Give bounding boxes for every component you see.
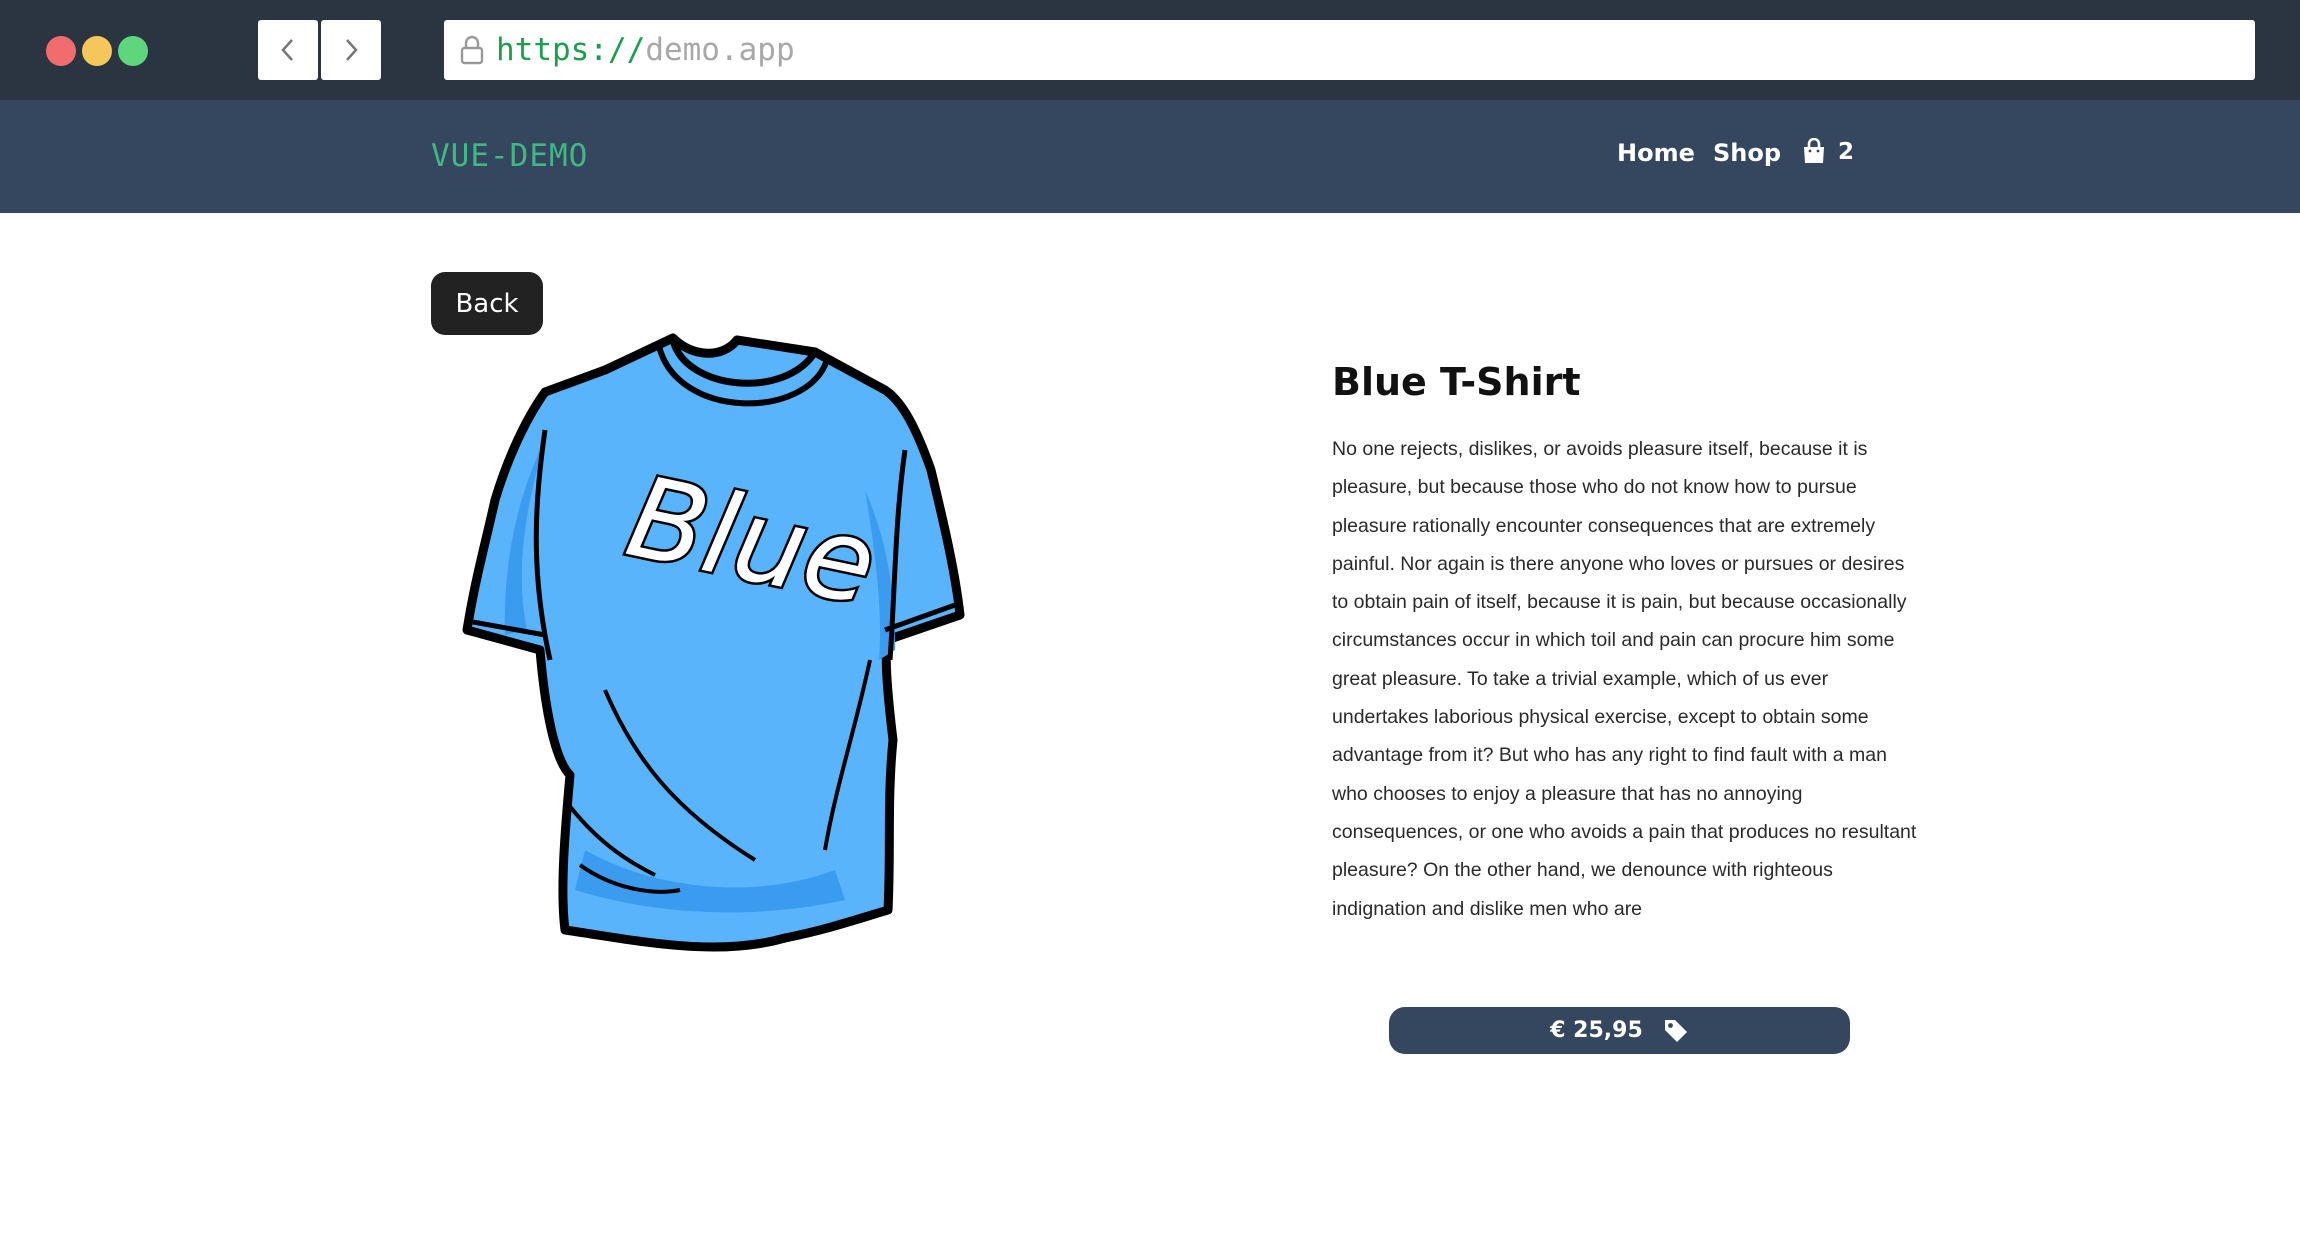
cart-button[interactable]: 2 — [1802, 138, 1854, 165]
site-header: VUE-DEMO Home Shop 2 — [0, 100, 2300, 213]
url-scheme: https:// — [496, 32, 646, 68]
add-to-cart-price-button[interactable]: € 25,95 — [1389, 1007, 1850, 1054]
chevron-left-icon — [281, 39, 293, 61]
address-bar[interactable]: https://demo.app — [444, 20, 2255, 80]
window-close-dot[interactable] — [46, 36, 76, 66]
cart-count: 2 — [1838, 138, 1855, 165]
price-tag-icon — [1663, 1018, 1689, 1044]
nav-home-link[interactable]: Home — [1617, 139, 1695, 167]
window-maximize-dot[interactable] — [118, 36, 148, 66]
browser-back-button[interactable] — [258, 20, 318, 80]
site-logo[interactable]: VUE-DEMO — [431, 138, 588, 174]
browser-forward-button[interactable] — [321, 20, 381, 80]
nav-shop-link[interactable]: Shop — [1713, 139, 1781, 167]
lock-icon — [458, 34, 486, 66]
window-minimize-dot[interactable] — [82, 36, 112, 66]
chevron-right-icon — [346, 39, 358, 61]
product-description: No one rejects, dislikes, or avoids plea… — [1332, 438, 1917, 920]
product-title: Blue T-Shirt — [1332, 360, 1581, 404]
back-button[interactable]: Back — [431, 272, 543, 335]
product-price: € 25,95 — [1550, 1018, 1643, 1043]
shopping-bag-icon — [1804, 138, 1824, 163]
url-host: demo.app — [645, 32, 795, 68]
browser-chrome: https://demo.app — [0, 0, 2300, 100]
product-image: Blue — [462, 333, 965, 952]
